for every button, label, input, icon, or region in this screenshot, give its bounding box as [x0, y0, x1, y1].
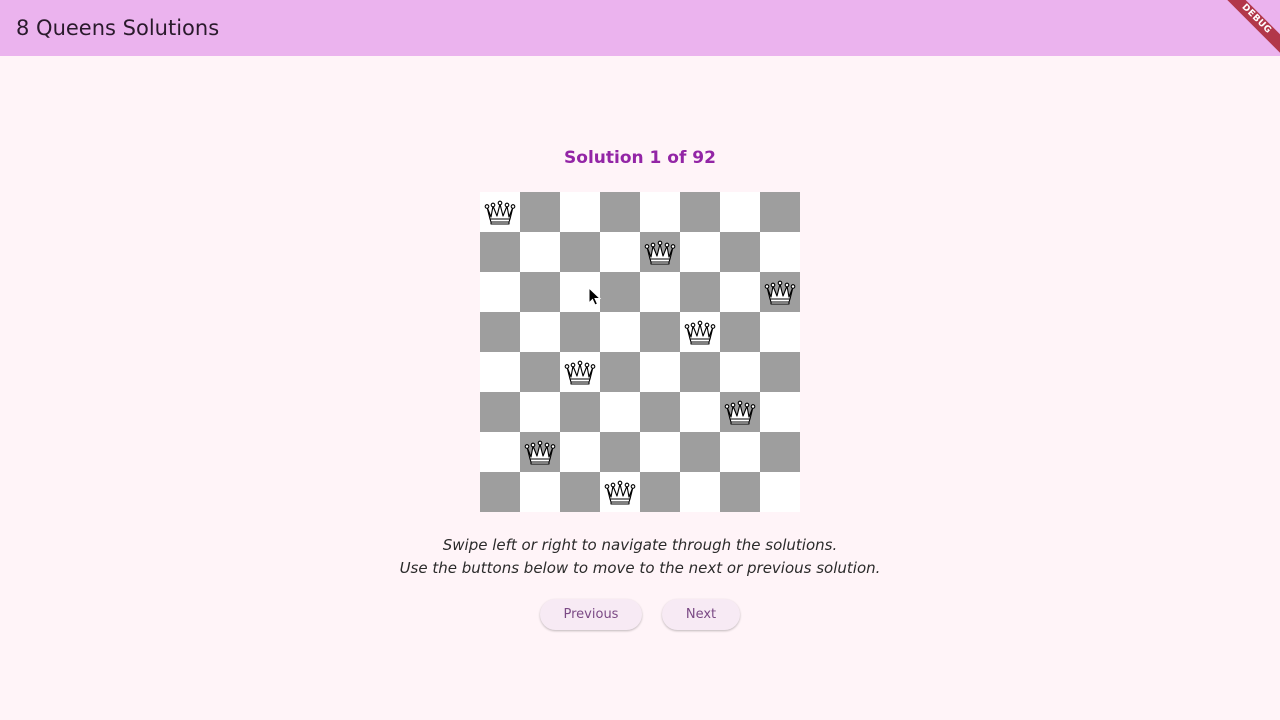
board-square [560, 392, 600, 432]
instructions-line-1: Swipe left or right to navigate through … [442, 536, 838, 554]
mouse-cursor-icon [588, 287, 602, 306]
board-square [520, 272, 560, 312]
board-square [760, 232, 800, 272]
board-square [720, 192, 760, 232]
board-square [640, 352, 680, 392]
board-square [560, 352, 600, 392]
board-square [520, 192, 560, 232]
debug-banner-label: DEBUG [1222, 0, 1280, 58]
board-square [600, 272, 640, 312]
queen-icon [763, 279, 797, 305]
board-square [520, 472, 560, 512]
board-square [680, 312, 720, 352]
board-square [640, 192, 680, 232]
queen-icon [483, 199, 517, 225]
board-square [720, 232, 760, 272]
queen-icon [643, 239, 677, 265]
board-square [640, 312, 680, 352]
board-square [480, 472, 520, 512]
board-square [480, 312, 520, 352]
board-square [480, 232, 520, 272]
board-square [480, 352, 520, 392]
previous-button[interactable]: Previous [540, 599, 642, 630]
board-square [720, 432, 760, 472]
board-square [640, 392, 680, 432]
instructions: Swipe left or right to navigate through … [0, 534, 1280, 580]
board-square [560, 232, 600, 272]
board-square [760, 192, 800, 232]
board-square [560, 312, 600, 352]
board-square [680, 432, 720, 472]
app-title: 8 Queens Solutions [16, 16, 220, 40]
board-square [760, 272, 800, 312]
board-square [760, 432, 800, 472]
queen-icon [523, 439, 557, 465]
board-square [520, 352, 560, 392]
board-square [760, 312, 800, 352]
board-square [560, 432, 600, 472]
board-square [680, 352, 720, 392]
board-square [560, 192, 600, 232]
board-square [720, 392, 760, 432]
board-square [600, 472, 640, 512]
board-square [760, 392, 800, 432]
instructions-line-2: Use the buttons below to move to the nex… [399, 559, 881, 577]
board-square [480, 432, 520, 472]
board-square [600, 392, 640, 432]
queen-icon [723, 399, 757, 425]
chess-board[interactable] [480, 192, 800, 512]
board-square [640, 472, 680, 512]
navigation-buttons: Previous Next [540, 599, 740, 631]
board-square [680, 392, 720, 432]
queen-icon [683, 319, 717, 345]
queen-icon [603, 479, 637, 505]
board-square [640, 432, 680, 472]
board-square [720, 272, 760, 312]
board-square [600, 432, 640, 472]
board-square [680, 192, 720, 232]
next-button[interactable]: Next [662, 599, 740, 630]
app-bar: 8 Queens Solutions DEBUG [0, 0, 1280, 58]
board-square [720, 352, 760, 392]
board-square [640, 232, 680, 272]
board-square [480, 192, 520, 232]
board-square [520, 392, 560, 432]
board-square [760, 352, 800, 392]
board-square [600, 312, 640, 352]
board-square [640, 272, 680, 312]
board-square [760, 472, 800, 512]
board-square [520, 312, 560, 352]
board-square [480, 392, 520, 432]
board-square [720, 312, 760, 352]
board-square [520, 232, 560, 272]
board-square [720, 472, 760, 512]
solution-counter: Solution 1 of 92 [564, 148, 716, 168]
board-square [480, 272, 520, 312]
board-square [520, 432, 560, 472]
board-square [680, 232, 720, 272]
debug-banner: DEBUG [1222, 0, 1280, 58]
board-square [600, 352, 640, 392]
board-square [560, 472, 600, 512]
board-square [680, 472, 720, 512]
queen-icon [563, 359, 597, 385]
board-square [600, 232, 640, 272]
board-square [600, 192, 640, 232]
board-square [680, 272, 720, 312]
